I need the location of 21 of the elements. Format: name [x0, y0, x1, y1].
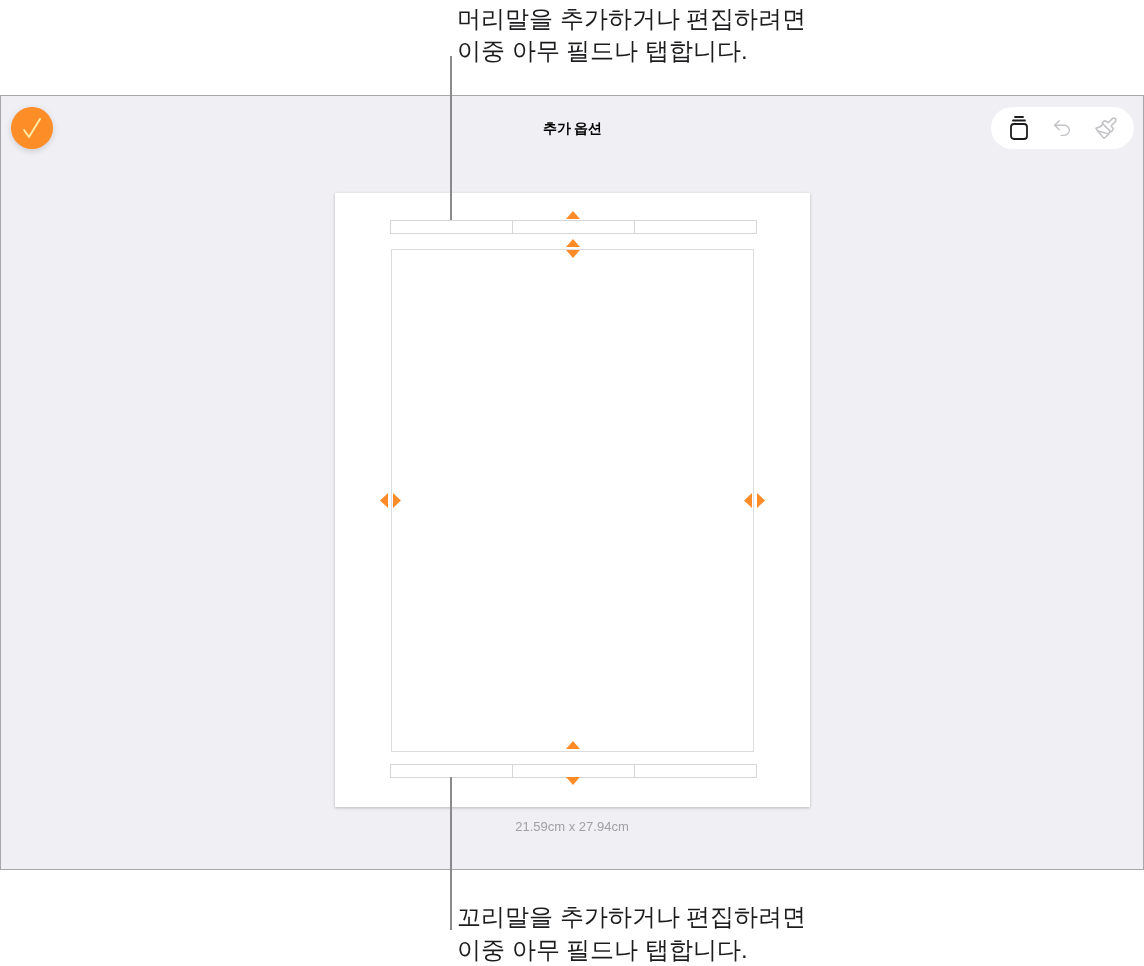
document-stack-icon: [1009, 116, 1028, 140]
footer-field[interactable]: [511, 764, 634, 778]
top-margin-handle-icon[interactable]: [565, 239, 580, 258]
header-margin-handle-icon[interactable]: [565, 211, 580, 219]
checkmark-icon: [23, 118, 41, 138]
done-button[interactable]: [11, 107, 53, 149]
left-margin-handle-icon[interactable]: [379, 493, 401, 508]
body-margin-guide[interactable]: [390, 249, 754, 752]
footer-margin-handle-icon[interactable]: [565, 777, 580, 785]
page-size-label: 21.59cm x 27.94cm: [515, 819, 629, 835]
footer-field[interactable]: [633, 764, 757, 778]
header-callout-text: 머리말을 추가하거나 편집하려면 이중 아무 필드나 탭합니다.: [457, 4, 807, 66]
bottom-margin-handle-icon[interactable]: [565, 741, 580, 749]
right-margin-handle-icon[interactable]: [743, 493, 765, 508]
header-field[interactable]: [633, 220, 757, 234]
footer-field[interactable]: [389, 764, 512, 778]
footer-callout-text: 꼬리말을 추가하거나 편집하려면 이중 아무 필드나 탭합니다.: [457, 902, 807, 965]
screen-title: 추가 옵션: [542, 118, 603, 138]
header-field[interactable]: [389, 220, 512, 234]
paintbrush-icon: [1094, 116, 1119, 140]
header-field[interactable]: [511, 220, 634, 234]
